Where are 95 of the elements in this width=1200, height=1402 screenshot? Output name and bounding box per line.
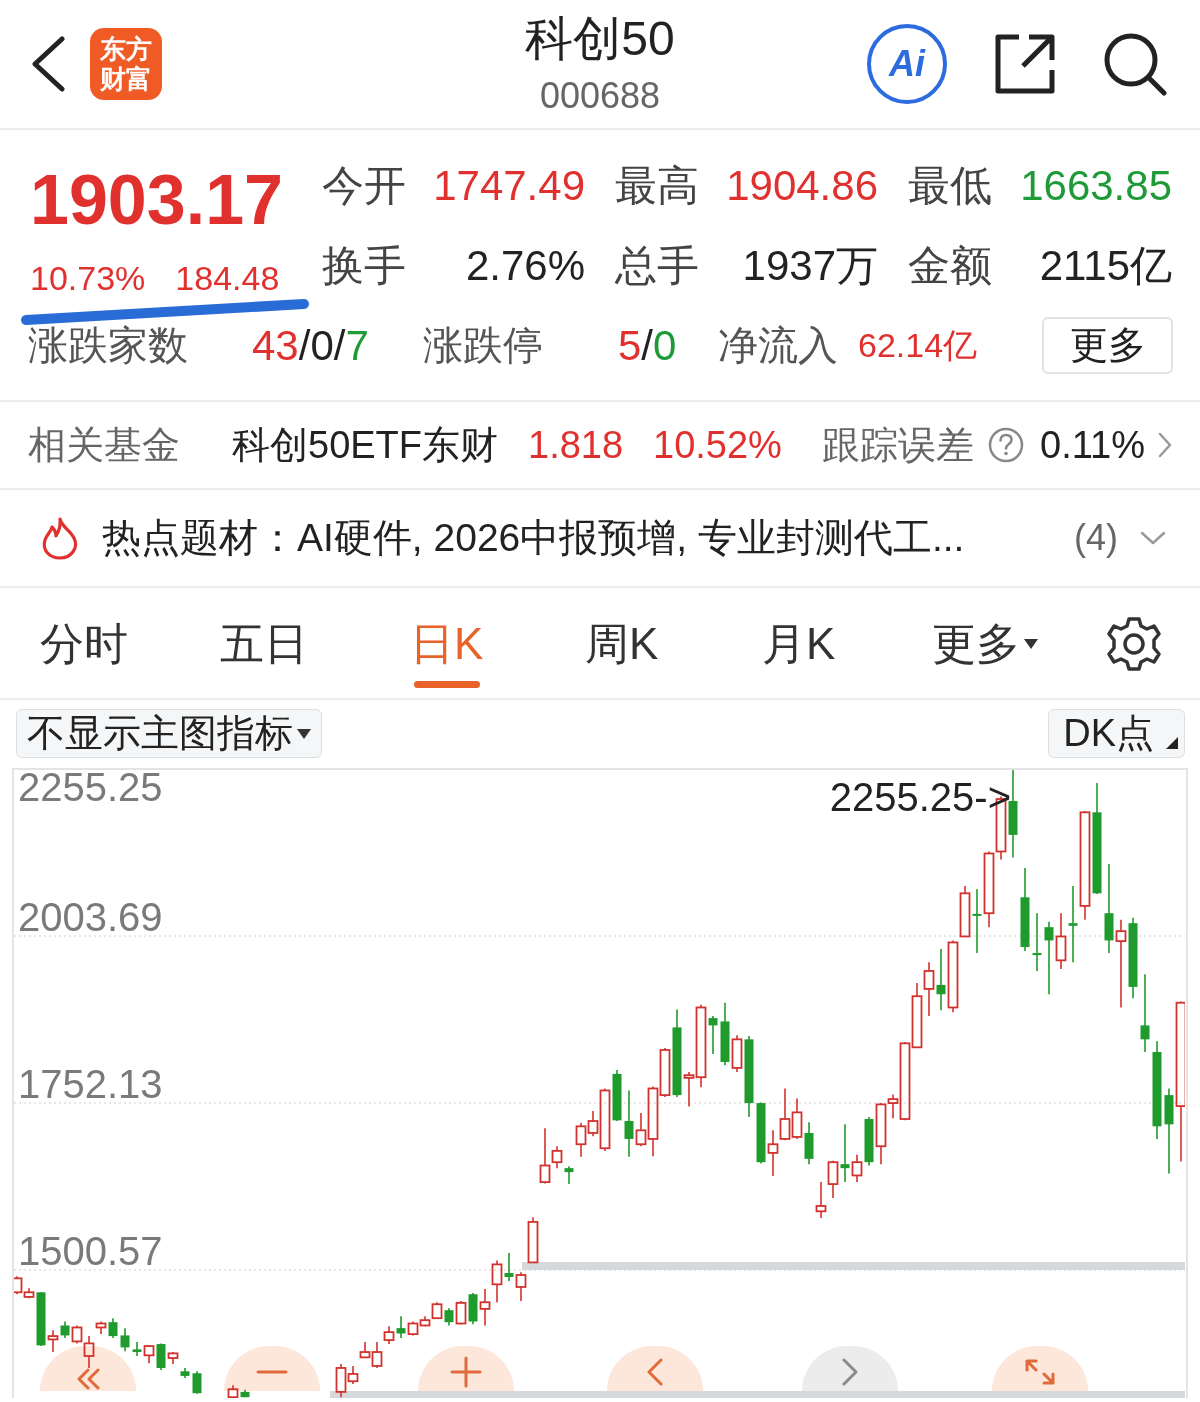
candle bbox=[575, 1122, 587, 1158]
stat-label: 总手 bbox=[615, 240, 699, 291]
flame-icon bbox=[40, 516, 80, 560]
caret-down-icon bbox=[297, 728, 311, 739]
help-icon[interactable] bbox=[988, 427, 1024, 463]
candle bbox=[923, 961, 935, 1017]
stat-value: 2.76% bbox=[465, 240, 585, 291]
candle bbox=[527, 1216, 539, 1264]
candle bbox=[612, 1069, 622, 1122]
candle bbox=[444, 1307, 454, 1327]
topic-count: (4) bbox=[1074, 516, 1118, 560]
chevron-down-icon[interactable] bbox=[1140, 531, 1166, 545]
candle bbox=[60, 1320, 70, 1339]
candle bbox=[407, 1320, 419, 1337]
caret-down-icon bbox=[1024, 639, 1038, 649]
candle bbox=[972, 888, 982, 954]
y-axis-label: 1752.13 bbox=[18, 1062, 163, 1106]
chevron-left-icon bbox=[647, 1358, 663, 1386]
candle bbox=[396, 1315, 406, 1339]
fund-price: 1.818 bbox=[528, 423, 624, 466]
more-button[interactable]: 更多 bbox=[1042, 316, 1173, 374]
stat-value: 2115亿 bbox=[1039, 240, 1172, 291]
page-title: 科创50 bbox=[525, 12, 675, 66]
candle bbox=[959, 885, 971, 938]
candle bbox=[143, 1344, 155, 1365]
indicator-dropdown[interactable]: 不显示主图指标 bbox=[16, 709, 322, 758]
y-axis-label: 2255.25 bbox=[18, 770, 163, 809]
stat-label: 金额 bbox=[908, 240, 992, 291]
chevron-right-icon bbox=[842, 1358, 858, 1386]
price-value: 1903.17 bbox=[30, 165, 285, 235]
fund-name[interactable]: 科创50ETF东财 bbox=[232, 423, 499, 466]
candle bbox=[564, 1165, 574, 1185]
tab[interactable]: 周K bbox=[585, 619, 659, 688]
chevron-right-icon[interactable] bbox=[1158, 432, 1172, 458]
candle bbox=[468, 1292, 478, 1325]
candle bbox=[192, 1370, 202, 1395]
candle bbox=[383, 1325, 395, 1345]
candle bbox=[936, 948, 946, 1011]
candle bbox=[120, 1327, 130, 1353]
back-icon[interactable] bbox=[30, 36, 66, 92]
fund-change: 10.52% bbox=[653, 423, 782, 466]
stat-label: 净流入 bbox=[718, 323, 838, 367]
candle bbox=[479, 1288, 491, 1327]
stat-label: 最高 bbox=[615, 160, 699, 211]
fund-label: 相关基金 bbox=[28, 423, 180, 466]
tracking-error-label: 跟踪误差 bbox=[822, 423, 974, 466]
rewind-icon bbox=[76, 1368, 100, 1390]
stock-code: 000688 bbox=[539, 76, 661, 116]
candle bbox=[1055, 912, 1067, 970]
change-value: 184.48 bbox=[175, 261, 280, 295]
candle bbox=[1032, 912, 1042, 972]
settings-icon[interactable] bbox=[1105, 615, 1163, 673]
tab[interactable]: 分时 bbox=[40, 619, 128, 688]
share-icon[interactable] bbox=[993, 32, 1057, 96]
candle bbox=[815, 1181, 827, 1219]
candle bbox=[455, 1300, 467, 1325]
candle bbox=[791, 1097, 803, 1140]
y-axis-label: 2003.69 bbox=[18, 895, 163, 939]
chart-control-button[interactable] bbox=[40, 1346, 136, 1391]
plus-icon bbox=[450, 1356, 482, 1388]
tab[interactable]: 月K bbox=[762, 619, 836, 688]
stat-value: 5/0 bbox=[618, 321, 677, 369]
stat-label: 涨跌停 bbox=[423, 323, 543, 367]
stat-label: 换手 bbox=[322, 240, 406, 291]
y-axis-label: 1500.57 bbox=[18, 1229, 163, 1273]
candle bbox=[180, 1367, 190, 1379]
stat-value: 43/0/7 bbox=[252, 321, 369, 369]
tracking-error-value: 0.11% bbox=[1040, 423, 1145, 466]
stat-value: 1747.49 bbox=[433, 160, 585, 211]
ai-button[interactable]: Ai bbox=[867, 24, 947, 104]
stat-value: 1904.86 bbox=[726, 160, 878, 211]
hot-topics-text: 热点题材：AI硬件, 2026中报预增, 专业封测代工... bbox=[102, 514, 965, 561]
candle bbox=[515, 1271, 527, 1302]
candle bbox=[767, 1129, 779, 1177]
search-icon[interactable] bbox=[1103, 32, 1167, 96]
dk-point-button[interactable]: DK点 bbox=[1048, 709, 1185, 758]
tab[interactable]: 五日 bbox=[220, 619, 308, 688]
candle bbox=[132, 1341, 142, 1357]
stat-value: 1937万 bbox=[742, 240, 878, 291]
change-percent: 10.73% bbox=[30, 261, 146, 295]
stat-label: 最低 bbox=[908, 160, 992, 211]
stat-label: 今开 bbox=[322, 160, 406, 211]
expand-icon bbox=[1025, 1359, 1055, 1385]
stat-value: 1663.85 bbox=[1020, 160, 1172, 211]
candle bbox=[911, 982, 923, 1049]
candle bbox=[804, 1121, 814, 1165]
stat-value: 62.14亿 bbox=[858, 325, 978, 364]
peak-price-label: 2255.25-> bbox=[829, 775, 1011, 819]
minus-icon bbox=[256, 1370, 288, 1374]
logo: 东方财富 bbox=[90, 28, 162, 100]
stat-label: 涨跌家数 bbox=[28, 323, 188, 367]
tab[interactable]: 更多 bbox=[932, 619, 1038, 688]
corner-triangle-icon bbox=[1166, 737, 1178, 749]
candle bbox=[779, 1087, 791, 1142]
candle bbox=[756, 1101, 766, 1165]
